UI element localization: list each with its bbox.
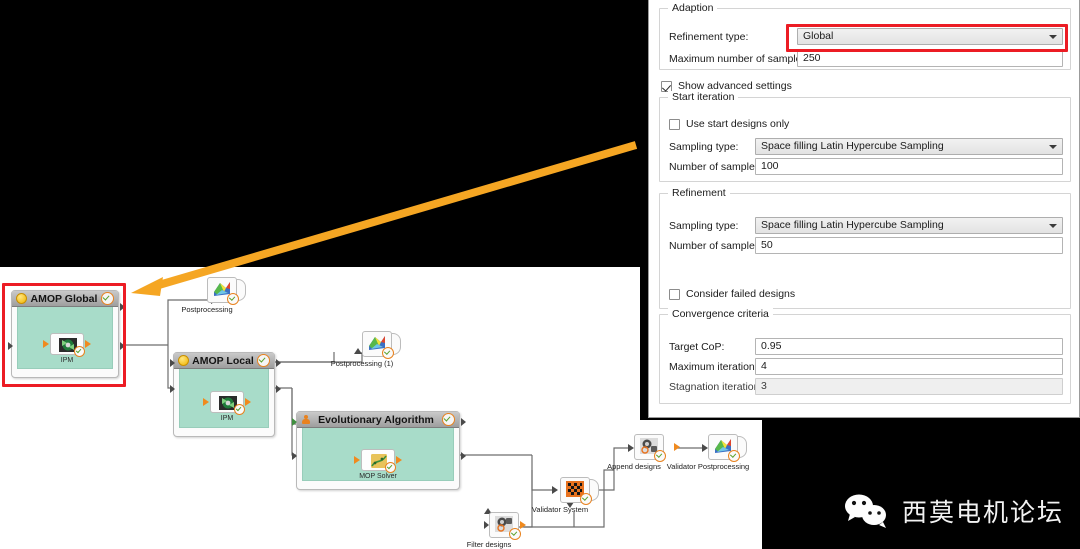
settings-dialog: Adaption Refinement type: Global Maximum… [648,0,1080,418]
adaption-legend: Adaption [668,2,718,14]
system-node-amop-global[interactable]: AMOP Global IPM [8,290,125,378]
use-start-designs-checkbox[interactable]: Use start designs only [669,118,789,130]
max-iterations-input[interactable]: 4 [755,358,1063,375]
screenshot-root: AMOP Global IPM AMOP Local IPM Evolution… [0,0,1080,549]
check-badge-icon [74,346,85,357]
check-badge-icon [257,354,270,367]
chevron-down-icon [1049,145,1057,149]
system-output-port-top[interactable] [461,418,466,426]
system-output-port-top[interactable] [120,303,125,311]
system-input-port[interactable] [8,342,13,350]
inner-node-ipm[interactable] [50,333,85,357]
system-input-port-top[interactable] [170,359,175,367]
node-label: Filter designs [466,540,512,549]
output-port[interactable] [85,340,91,348]
node-label: Postprocessing [181,305,233,314]
system-title: Evolutionary Algorithm [318,413,434,426]
refinement-num-samples-input[interactable]: 50 [755,237,1063,254]
inner-node-ipm[interactable] [210,391,245,415]
system-output-port[interactable] [461,452,466,460]
refinement-num-samples-label: Number of samples: [669,240,763,252]
start-num-samples-label: Number of samples: [669,161,763,173]
check-badge-icon [728,450,740,462]
refinement-type-select[interactable]: Global [797,28,1063,45]
checkbox-box [669,118,680,130]
start-sampling-type-select[interactable]: Space filling Latin Hypercube Sampling [755,138,1063,155]
refinement-legend: Refinement [668,187,730,199]
wechat-icon [844,494,886,528]
stagnation-iterations-label: Stagnation iterations: [669,381,768,393]
system-output-port-top[interactable] [276,359,281,367]
checkbox-box [661,80,672,92]
system-node-amop-local[interactable]: AMOP Local IPM [170,352,281,437]
system-title: AMOP Local [192,354,254,367]
input-port[interactable] [354,456,360,464]
inner-node-mop-solver[interactable] [361,449,396,473]
checkbox-box [669,288,680,300]
refinement-type-label: Refinement type: [669,31,749,43]
refinement-sampling-type-value: Space filling Latin Hypercube Sampling [761,219,944,231]
inner-node-label: MOP Solver [359,473,397,480]
max-iterations-label: Maximum iterations: [669,361,763,373]
check-badge-icon [234,404,245,415]
person-icon [302,415,310,424]
check-badge-icon [580,493,592,505]
watermark: 西莫电机论坛 [841,491,1064,531]
max-samples-label: Maximum number of samples: [669,53,810,65]
system-output-port[interactable] [120,342,125,350]
start-num-samples-input[interactable]: 100 [755,158,1063,175]
check-badge-icon [654,450,666,462]
convergence-legend: Convergence criteria [668,308,773,320]
system-header: AMOP Global [12,291,118,307]
target-cop-label: Target CoP: [669,341,725,353]
watermark-text: 西莫电机论坛 [901,498,1064,527]
output-port[interactable] [674,443,680,451]
refinement-sampling-type-label: Sampling type: [669,220,739,232]
node-label: Postprocessing (1) [330,359,394,368]
chevron-down-icon [1049,224,1057,228]
node-label: Validator System [531,505,589,514]
bulb-icon [16,293,27,304]
input-port[interactable] [43,340,49,348]
output-port[interactable] [245,398,251,406]
input-port[interactable] [203,398,209,406]
consider-failed-designs-label: Consider failed designs [686,288,796,300]
node-label: Validator Postprocessing [666,462,750,471]
start-iteration-legend: Start iteration [668,91,739,103]
system-header: AMOP Local [174,353,274,369]
refinement-sampling-type-select[interactable]: Space filling Latin Hypercube Sampling [755,217,1063,234]
refinement-type-value: Global [803,30,834,42]
check-badge-icon [101,292,114,305]
system-input-port[interactable] [170,385,175,393]
system-title: AMOP Global [30,292,98,305]
start-sampling-type-value: Space filling Latin Hypercube Sampling [761,140,944,152]
system-output-port[interactable] [276,385,281,393]
system-node-evolutionary-algorithm[interactable]: Evolutionary Algorithm MOP Solver [292,411,466,490]
check-badge-icon [227,293,239,305]
use-start-designs-label: Use start designs only [686,118,790,130]
output-port[interactable] [520,521,526,529]
stagnation-iterations-input: 3 [755,378,1063,395]
system-input-port[interactable] [292,452,297,460]
start-sampling-type-label: Sampling type: [669,141,739,153]
system-input-port-top[interactable] [292,418,297,426]
system-header: Evolutionary Algorithm [297,412,459,428]
consider-failed-designs-checkbox[interactable]: Consider failed designs [669,288,795,300]
inner-node-label: IPM [60,357,74,364]
chevron-down-icon [1049,35,1057,39]
max-samples-input[interactable]: 250 [797,50,1063,67]
check-badge-icon [509,528,521,540]
target-cop-input[interactable]: 0.95 [755,338,1063,355]
check-badge-icon [442,413,455,426]
check-badge-icon [385,462,396,473]
node-label: Append designs [607,462,661,471]
output-port[interactable] [396,456,402,464]
input-port[interactable] [484,521,489,529]
bulb-icon [178,355,189,366]
check-badge-icon [382,347,394,359]
inner-node-label: IPM [220,415,234,422]
